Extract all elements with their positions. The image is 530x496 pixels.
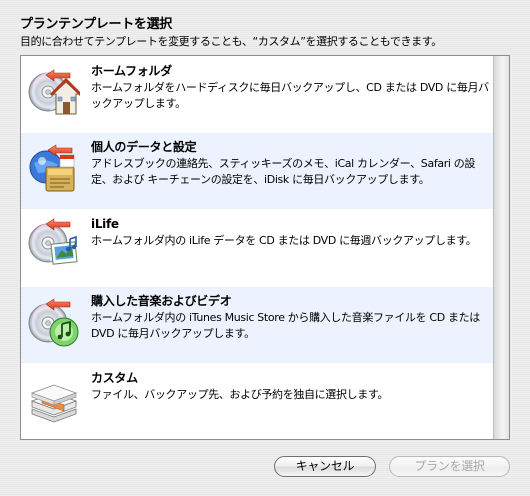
select-plan-button[interactable]: プランを選択	[389, 456, 510, 477]
plan-description: ホームフォルダ内の iTunes Music Store から購入した音楽ファイ…	[91, 311, 480, 340]
plan-template-list[interactable]: ホームフォルダ ホームフォルダをハードディスクに毎日バックアップし、CD または…	[20, 55, 510, 440]
plan-title: 購入した音楽およびビデオ	[91, 294, 232, 308]
personal-data-icon	[29, 144, 75, 192]
plan-item-home-folder[interactable]: ホームフォルダ ホームフォルダをハードディスクに毎日バックアップし、CD または…	[21, 56, 493, 133]
dialog-subtitle: 目的に合わせてテンプレートを変更することも、“カスタム”を選択することもできます…	[20, 35, 442, 48]
dialog-title: プランテンプレートを選択	[20, 17, 173, 32]
plan-title: カスタム	[91, 371, 138, 385]
plan-item-personal-data[interactable]: 個人のデータと設定 アドレスブックの連絡先、スティッキーズのメモ、iCal カレ…	[21, 133, 493, 209]
custom-icon	[30, 384, 78, 423]
list-scrollbar[interactable]	[493, 56, 509, 439]
plan-title: ホームフォルダ	[91, 64, 172, 78]
plan-item-purchased-music[interactable]: 購入した音楽およびビデオ ホームフォルダ内の iTunes Music Stor…	[21, 287, 493, 363]
purchased-music-icon	[28, 298, 79, 347]
plan-item-ilife[interactable]: iLife ホームフォルダ内の iLife データを CD または DVD に毎…	[21, 209, 493, 287]
plan-description: アドレスブックの連絡先、スティッキーズのメモ、iCal カレンダー、Safari…	[91, 157, 476, 186]
ilife-icon	[28, 218, 78, 265]
plan-description: ホームフォルダ内の iLife データを CD または DVD に毎週バックアッ…	[91, 234, 477, 247]
cancel-button[interactable]: キャンセル	[274, 456, 376, 477]
plan-description: ファイル、バックアップ先、および予約を独自に選択します。	[91, 388, 389, 401]
plan-description: ホームフォルダをハードディスクに毎日バックアップし、CD または DVD に毎月…	[91, 81, 489, 110]
plan-item-custom[interactable]: カスタム ファイル、バックアップ先、および予約を独自に選択します。	[21, 363, 493, 439]
plan-title: 個人のデータと設定	[91, 140, 197, 154]
plan-title: iLife	[91, 217, 119, 231]
home-folder-icon	[28, 69, 80, 115]
